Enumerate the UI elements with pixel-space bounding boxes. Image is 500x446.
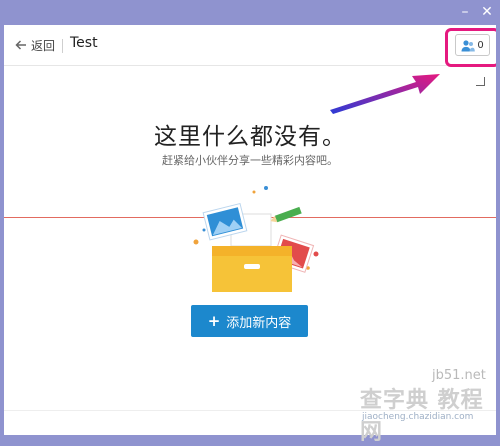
box-handle <box>244 264 260 269</box>
watermark-url: jb51.net <box>432 368 486 383</box>
empty-subtitle: 赶紧给小伙伴分享一些精彩内容吧。 <box>162 154 338 167</box>
empty-title: 这里什么都没有。 <box>154 124 346 150</box>
annotation-arrow <box>330 74 440 114</box>
corner-mark <box>476 77 485 86</box>
box-illustration <box>193 186 319 292</box>
window-titlebar: – ✕ <box>0 0 500 25</box>
add-content-button[interactable]: + 添加新内容 <box>191 305 308 337</box>
plus-icon: + <box>207 312 221 330</box>
confetti-dot <box>264 186 268 190</box>
confetti-dot <box>202 228 206 232</box>
page-title: Test <box>70 35 98 51</box>
back-button[interactable]: 返回 <box>14 36 55 54</box>
confetti-dot <box>193 239 199 245</box>
pencil-icon <box>270 206 302 223</box>
back-arrow-icon <box>15 40 26 50</box>
close-button[interactable]: ✕ <box>478 3 496 21</box>
minimize-button[interactable]: – <box>456 3 474 21</box>
highlight-box <box>445 28 496 67</box>
add-content-label: 添加新内容 <box>226 315 292 331</box>
header-divider <box>62 39 63 53</box>
confetti-dot <box>313 251 319 257</box>
confetti-dot <box>252 190 256 194</box>
box-body <box>212 252 292 292</box>
back-label: 返回 <box>31 38 56 53</box>
box-lid <box>212 246 292 256</box>
header-bar: 返回 Test 0 <box>4 25 496 67</box>
watermark-sub: jiaocheng.chazidian.com <box>362 412 474 422</box>
watermark: jb51.net 查字典 教程网 jiaocheng.chazidian.com <box>350 368 495 445</box>
